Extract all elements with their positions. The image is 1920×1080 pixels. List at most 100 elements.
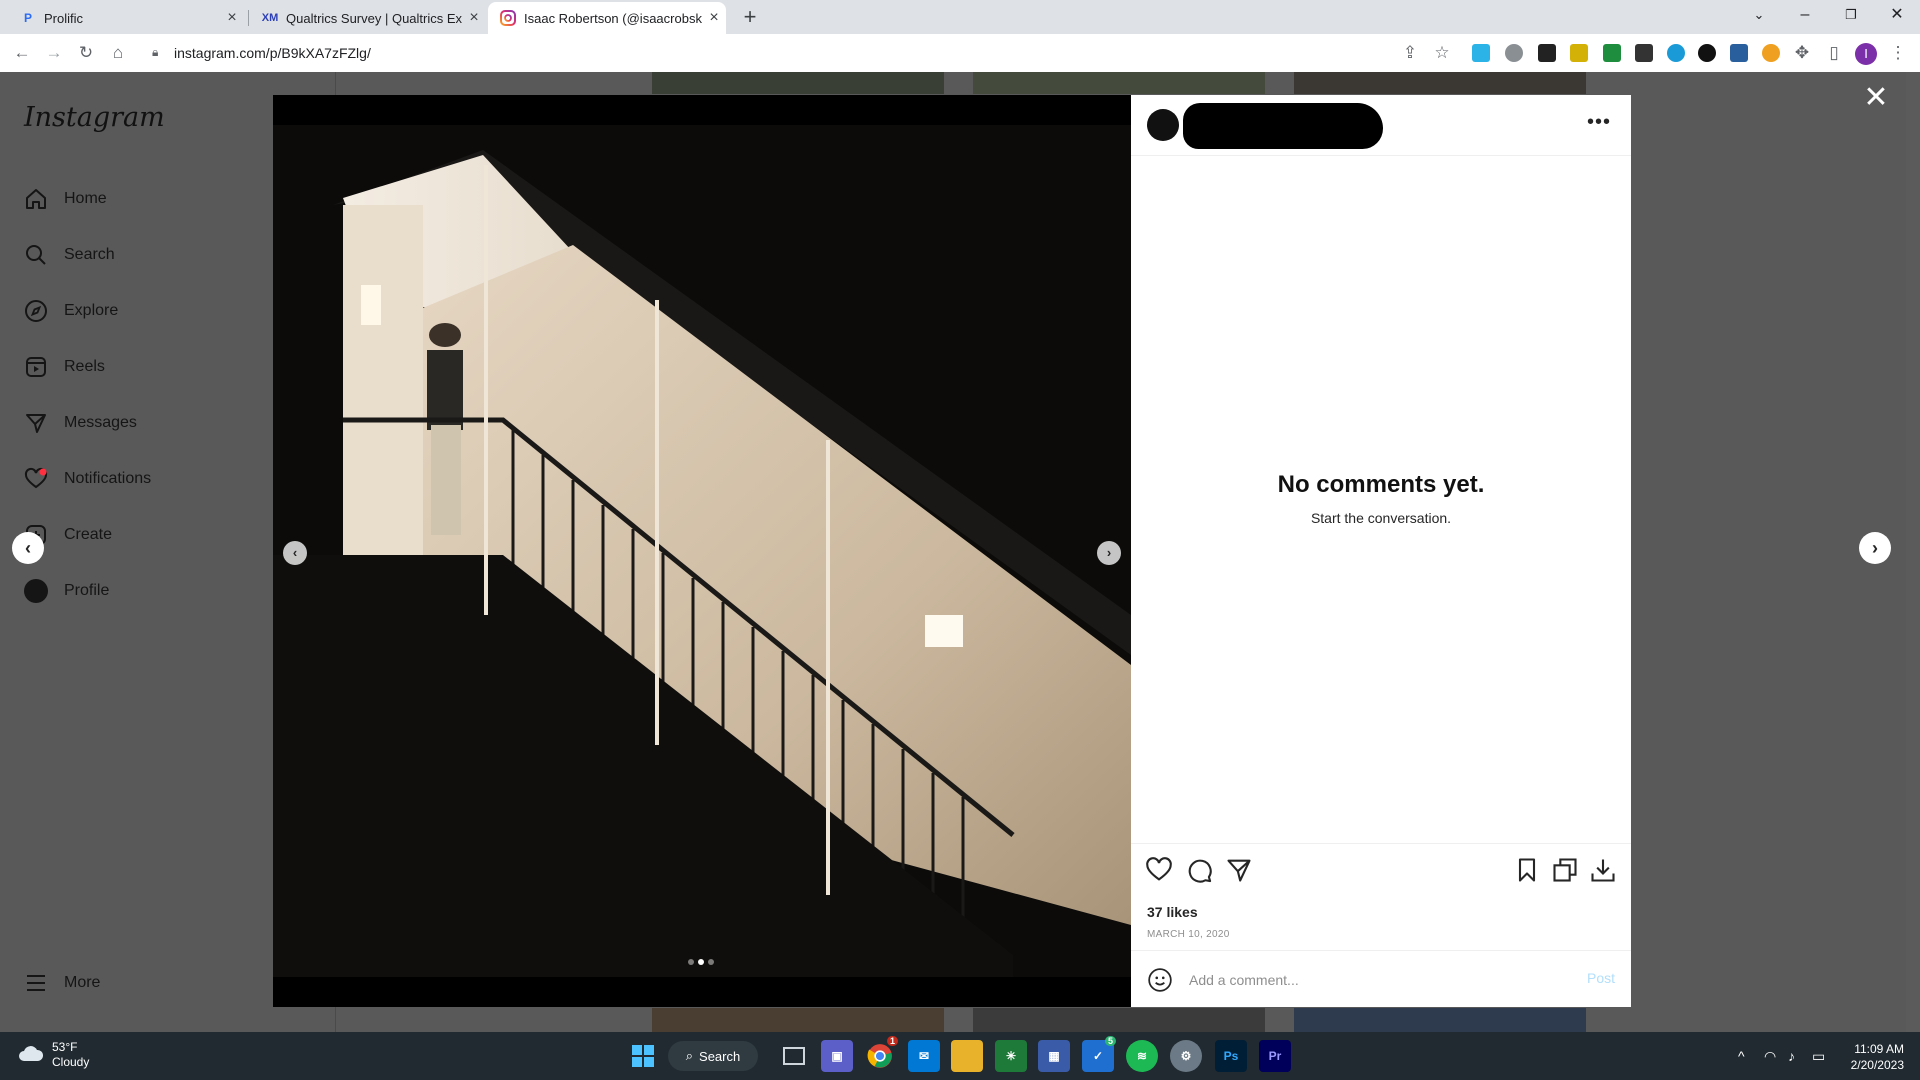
home-icon[interactable]: ⌂ [106, 41, 130, 65]
system-clock[interactable]: 11:09 AM 2/20/2023 [1851, 1041, 1904, 1073]
todo-badge: 5 [1104, 1036, 1116, 1046]
nav-reels[interactable]: Reels [22, 347, 105, 387]
share-icon[interactable]: ⇪ [1398, 41, 1422, 65]
tab-prolific[interactable]: P Prolific × [8, 2, 244, 34]
emoji-icon[interactable] [1147, 967, 1173, 993]
feed-thumbnail[interactable] [1294, 72, 1586, 94]
extension-icon[interactable] [1538, 44, 1556, 62]
extension-icon[interactable] [1762, 44, 1780, 62]
comment-input[interactable] [1187, 967, 1551, 993]
extension-icon[interactable] [1505, 44, 1523, 62]
restore-button[interactable]: ❐ [1828, 0, 1874, 30]
close-tab-icon[interactable]: × [702, 9, 726, 27]
close-tab-icon[interactable]: × [220, 9, 244, 27]
download-extension-icon[interactable] [1603, 44, 1621, 62]
extensions-puzzle-icon[interactable]: ✥ [1790, 41, 1814, 65]
share-send-icon[interactable] [1225, 856, 1253, 884]
file-explorer-icon[interactable] [951, 1040, 983, 1072]
settings-gear-icon[interactable]: ⚙ [1170, 1040, 1202, 1072]
side-panel-icon[interactable]: ▯ [1822, 41, 1846, 65]
feed-thumbnail[interactable] [652, 1008, 944, 1032]
redacted-username [1183, 103, 1383, 149]
nav-notifications[interactable]: Notifications [22, 459, 151, 499]
wifi-icon[interactable]: ◠ [1764, 1048, 1776, 1065]
likes-count[interactable]: 37 likes [1147, 904, 1198, 920]
extension-icon[interactable] [1570, 44, 1588, 62]
microsoft-store-icon[interactable]: ▦ [1038, 1040, 1070, 1072]
copy-icon[interactable] [1551, 856, 1579, 884]
feed-thumbnail[interactable] [973, 72, 1265, 94]
todo-icon[interactable]: ✓ 5 [1082, 1036, 1116, 1072]
download-icon[interactable] [1589, 856, 1617, 884]
feed-thumbnail[interactable] [652, 72, 944, 94]
nav-messages[interactable]: Messages [22, 403, 137, 443]
windows-start-icon[interactable] [627, 1040, 659, 1072]
battery-icon[interactable]: ▭ [1812, 1048, 1825, 1065]
close-tab-icon[interactable]: × [462, 9, 486, 27]
new-tab-button[interactable]: + [738, 5, 762, 29]
hamburger-menu-icon [22, 969, 50, 997]
tab-instagram[interactable]: Isaac Robertson (@isaacrobskrrt × [488, 2, 726, 34]
carousel-next-button[interactable]: › [1097, 541, 1121, 565]
tab-title: Prolific [44, 10, 84, 26]
feed-thumbnail[interactable] [973, 1008, 1265, 1032]
nav-profile[interactable]: Profile [22, 571, 109, 611]
close-modal-button[interactable]: ✕ [1862, 83, 1890, 113]
task-view-icon[interactable] [778, 1040, 810, 1072]
feed-thumbnail[interactable] [1294, 1008, 1586, 1032]
extension-icon[interactable] [1730, 44, 1748, 62]
page-scrollbar[interactable] [1906, 72, 1920, 1032]
like-heart-icon[interactable] [1145, 856, 1173, 884]
comment-icon[interactable] [1185, 856, 1213, 884]
author-avatar[interactable] [1147, 109, 1179, 141]
url-text[interactable]: instagram.com/p/B9kXA7zFZlg/ [174, 45, 371, 61]
volume-icon[interactable]: ♪ [1788, 1048, 1795, 1064]
reels-icon [22, 353, 50, 381]
next-post-button[interactable]: › [1859, 532, 1891, 564]
nav-label: Explore [64, 302, 119, 319]
reload-icon[interactable]: ↻ [74, 41, 98, 65]
more-options-icon[interactable]: ••• [1587, 111, 1611, 134]
app-icon[interactable]: ✳ [995, 1040, 1027, 1072]
chrome-menu-icon[interactable]: ⋮ [1886, 41, 1910, 65]
browser-toolbar: ← → ↻ ⌂ 🔒︎ instagram.com/p/B9kXA7zFZlg/ … [0, 34, 1920, 73]
tab-qualtrics[interactable]: XM Qualtrics Survey | Qualtrics Exper × [250, 2, 486, 34]
photoshop-icon[interactable]: Ps [1215, 1040, 1247, 1072]
mail-icon[interactable]: ✉ [908, 1040, 940, 1072]
save-bookmark-icon[interactable] [1513, 856, 1541, 884]
nav-home[interactable]: Home [22, 179, 107, 219]
weather-widget[interactable]: 53°F Cloudy [18, 1040, 89, 1070]
instagram-logo[interactable]: Instagram [24, 102, 165, 133]
post-comment-button[interactable]: Post [1587, 970, 1615, 986]
nav-more[interactable]: More [22, 963, 100, 1003]
spotify-icon[interactable]: ≋ [1126, 1040, 1158, 1072]
carousel-dot-active [698, 959, 704, 965]
address-bar[interactable]: 🔒︎ instagram.com/p/B9kXA7zFZlg/ [138, 39, 1398, 67]
stairwell-photo-image [273, 95, 1131, 1007]
bookmark-star-icon[interactable]: ☆ [1430, 41, 1454, 65]
taskbar-search[interactable]: ⌕ Search [668, 1041, 758, 1071]
nav-label: Create [64, 526, 113, 543]
minimize-button[interactable]: – [1782, 0, 1828, 30]
nav-search[interactable]: Search [22, 235, 115, 275]
extension-icon[interactable] [1635, 44, 1653, 62]
weather-desc: Cloudy [52, 1055, 90, 1069]
premiere-icon[interactable]: Pr [1259, 1040, 1291, 1072]
forward-icon[interactable]: → [42, 41, 66, 65]
previous-post-button[interactable]: ‹ [12, 532, 44, 564]
post-date[interactable]: MARCH 10, 2020 [1147, 929, 1230, 940]
back-icon[interactable]: ← [10, 41, 34, 65]
chrome-taskbar-icon[interactable]: 1 [864, 1036, 898, 1072]
extension-icon[interactable] [1472, 44, 1490, 62]
extension-icon[interactable] [1667, 44, 1685, 62]
extension-icon[interactable] [1698, 44, 1716, 62]
tray-chevron-icon[interactable]: ^ [1738, 1048, 1745, 1064]
nav-explore[interactable]: Explore [22, 291, 118, 331]
tab-search-icon[interactable]: ⌄ [1736, 0, 1782, 30]
teams-chat-icon[interactable]: ▣ [821, 1040, 853, 1072]
profile-avatar[interactable]: I [1854, 41, 1878, 65]
prolific-icon: P [23, 11, 32, 25]
close-window-button[interactable]: ✕ [1874, 0, 1920, 30]
carousel-prev-button[interactable]: ‹ [283, 541, 307, 565]
post-photo[interactable]: ‹ › [273, 95, 1131, 1007]
